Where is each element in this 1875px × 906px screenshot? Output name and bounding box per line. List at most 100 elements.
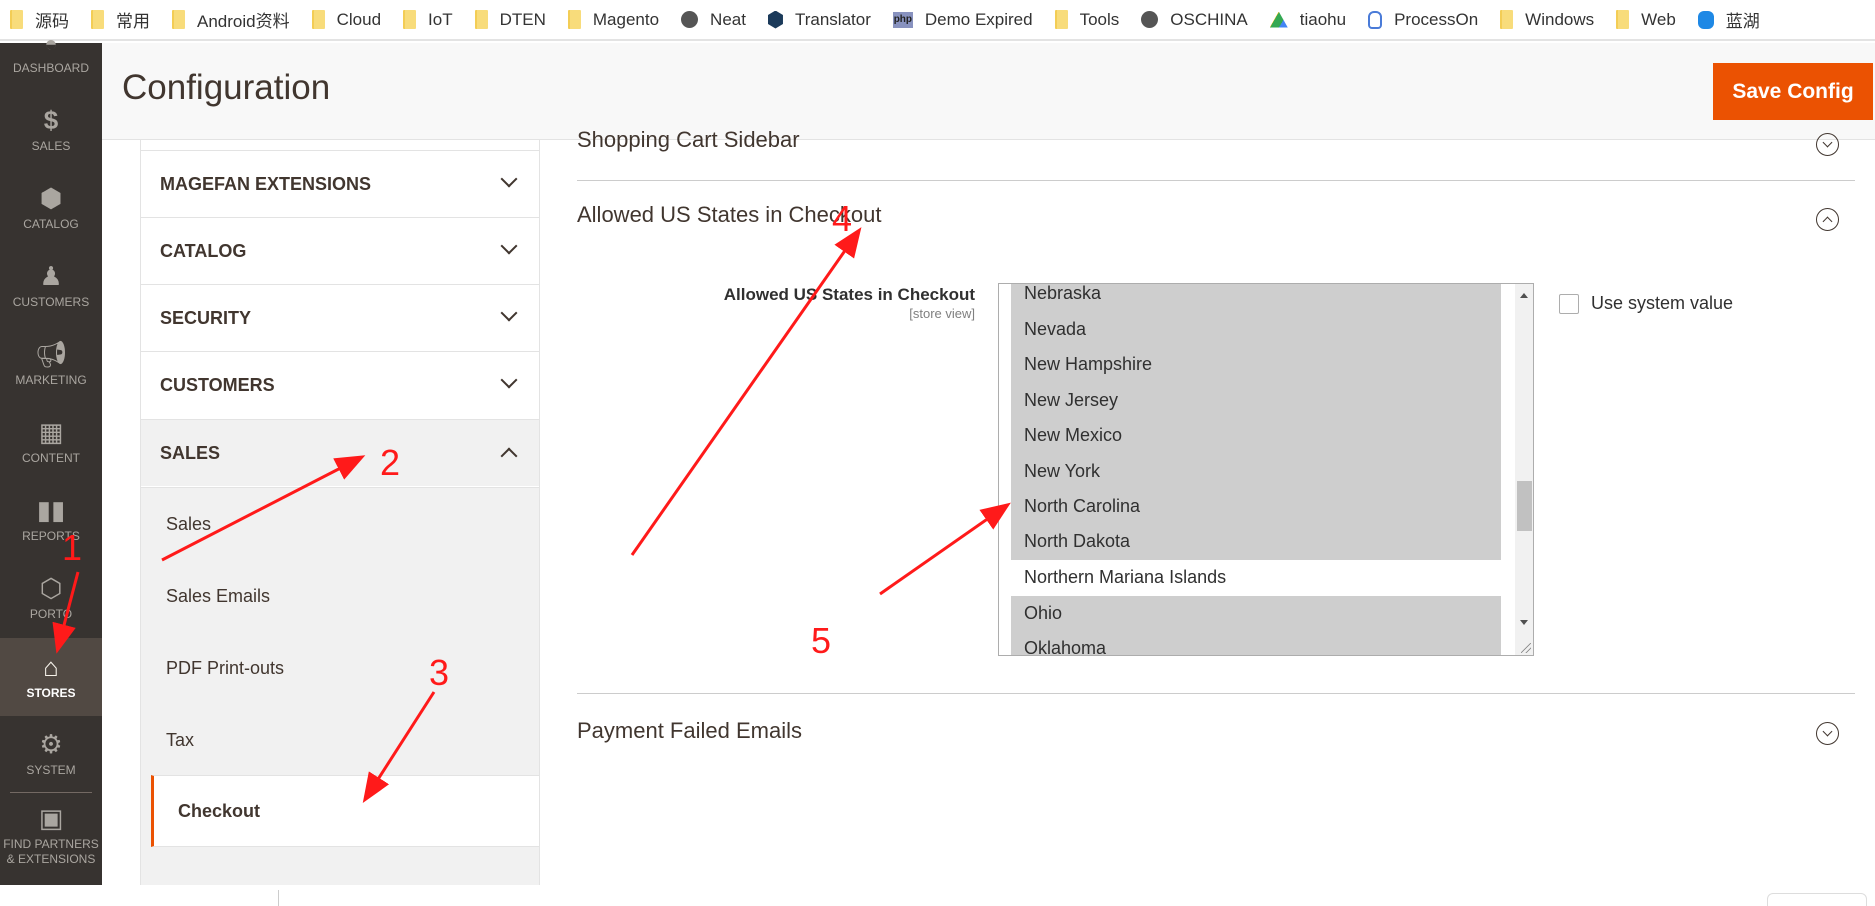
footer-widget: [1767, 893, 1867, 906]
bookmark-magento[interactable]: Magento: [567, 10, 659, 30]
folder-icon: [311, 10, 325, 29]
option-new-mexico[interactable]: New Mexico: [1011, 418, 1501, 454]
nav-stores[interactable]: ⌂ STORES: [0, 638, 102, 716]
bookmark-processon[interactable]: ProcessOn: [1368, 10, 1478, 30]
page-header: Configuration Save Config: [102, 43, 1875, 140]
option-new-hampshire[interactable]: New Hampshire: [1011, 347, 1501, 383]
chevron-down-icon: [500, 304, 518, 322]
dollar-icon: $: [43, 105, 59, 135]
sub-item-sales-emails[interactable]: Sales Emails: [141, 560, 539, 632]
section-title: Payment Failed Emails: [577, 718, 802, 743]
translator-icon: [767, 10, 783, 29]
chevron-down-icon: [500, 371, 518, 389]
bookmark-cloud[interactable]: Cloud: [311, 10, 381, 30]
nav-reports[interactable]: ▮▮ REPORTS: [0, 495, 102, 565]
option-north-carolina[interactable]: North Carolina: [1011, 489, 1501, 525]
option-ohio[interactable]: Ohio: [1011, 596, 1501, 632]
bookmark-windows[interactable]: Windows: [1500, 10, 1594, 30]
nav-dashboard[interactable]: ◓ DASHBOARD: [0, 37, 102, 87]
use-system-value-checkbox[interactable]: [1559, 293, 1579, 314]
annotation-label-4: 4: [832, 198, 853, 239]
tab-security[interactable]: SECURITY: [141, 284, 539, 351]
save-config-button[interactable]: Save Config: [1713, 63, 1873, 120]
tab-sales[interactable]: SALES: [141, 419, 539, 486]
nav-marketing[interactable]: 📢︎ MARKETING: [0, 339, 102, 409]
nav-content[interactable]: ▦ CONTENT: [0, 417, 102, 487]
resize-handle-icon[interactable]: [1521, 643, 1531, 653]
scrollbar[interactable]: [1515, 284, 1533, 655]
bookmark-dten[interactable]: DTEN: [474, 10, 546, 30]
annotation-label-3: 3: [429, 652, 450, 693]
folder-icon: [567, 10, 581, 29]
globe-icon: [1141, 11, 1159, 28]
bookmark-lanhu[interactable]: 蓝湖: [1697, 7, 1760, 32]
gear-icon: ⚙: [39, 729, 63, 759]
nav-sales[interactable]: $ SALES: [0, 105, 102, 175]
tab-catalog[interactable]: CATALOG: [141, 217, 539, 284]
scroll-down-arrow-icon[interactable]: [1520, 620, 1528, 625]
expand-circle-icon[interactable]: [1816, 722, 1839, 745]
nav-find-partners[interactable]: ▣ FIND PARTNERS & EXTENSIONS: [0, 803, 102, 883]
scrollbar-thumb[interactable]: [1517, 481, 1532, 531]
sub-item-checkout[interactable]: Checkout: [151, 775, 539, 847]
divider: [577, 180, 1855, 181]
annotation-label-1: 1: [62, 527, 83, 568]
bookmark-tools[interactable]: Tools: [1054, 10, 1119, 30]
chevron-up-icon: [500, 447, 518, 465]
option-new-york[interactable]: New York: [1011, 454, 1501, 490]
google-drive-icon: [1269, 11, 1288, 28]
allowed-states-multiselect[interactable]: Nebraska Nevada New Hampshire New Jersey…: [998, 283, 1534, 656]
megaphone-icon: 📢︎: [34, 339, 68, 369]
admin-sidebar: ◓ DASHBOARD $ SALES ⬢ CATALOG ♟ CUSTOMER…: [0, 37, 102, 885]
nav-divider: [10, 792, 92, 793]
bookmark-translator[interactable]: Translator: [767, 10, 871, 30]
php-icon: php: [892, 11, 913, 28]
collapse-circle-icon[interactable]: [1816, 208, 1839, 231]
bookmark-neat[interactable]: Neat: [681, 10, 746, 30]
sub-item-tax[interactable]: Tax: [141, 704, 539, 776]
nav-porto[interactable]: ⬡ PORTO: [0, 573, 102, 643]
folder-icon: [172, 10, 185, 29]
option-oklahoma[interactable]: Oklahoma: [1011, 631, 1501, 655]
person-icon: ♟: [39, 261, 63, 291]
scroll-up-arrow-icon[interactable]: [1520, 293, 1528, 298]
folder-icon: [91, 10, 104, 29]
bookmark-web[interactable]: Web: [1616, 10, 1676, 30]
use-system-value[interactable]: Use system value: [1559, 293, 1733, 314]
option-nebraska[interactable]: Nebraska: [1011, 284, 1501, 312]
bookmarks-bar: 源码 常用 Android资料 Cloud IoT DTEN Magento N…: [0, 0, 1875, 41]
bookmark-demo-expired[interactable]: php Demo Expired: [892, 10, 1033, 30]
config-tabs: MAGEFAN EXTENSIONS CATALOG SECURITY CUST…: [140, 140, 540, 885]
option-new-jersey[interactable]: New Jersey: [1011, 383, 1501, 419]
folder-icon: [1500, 10, 1514, 29]
folder-icon: [10, 10, 23, 29]
sub-item-pdf-printouts[interactable]: PDF Print-outs: [141, 632, 539, 704]
nav-customers[interactable]: ♟ CUSTOMERS: [0, 261, 102, 331]
box-icon: ⬢: [39, 183, 63, 213]
bookmark-常用[interactable]: 常用: [91, 7, 150, 32]
sub-item-sales[interactable]: Sales: [141, 488, 539, 560]
option-northern-mariana-islands[interactable]: Northern Mariana Islands: [1011, 560, 1501, 596]
main-content: Shopping Cart Sidebar Allowed US States …: [577, 127, 1855, 906]
folder-icon: [474, 10, 488, 29]
bookmark-iot[interactable]: IoT: [403, 10, 453, 30]
nav-catalog[interactable]: ⬢ CATALOG: [0, 183, 102, 253]
tab-magefan-extensions[interactable]: MAGEFAN EXTENSIONS: [141, 150, 539, 217]
folder-icon: [1054, 10, 1068, 29]
annotation-label-5: 5: [811, 620, 832, 661]
globe-icon: [681, 11, 699, 28]
hand-icon: [1368, 10, 1383, 29]
section-title: Shopping Cart Sidebar: [577, 127, 800, 152]
expand-circle-icon[interactable]: [1816, 133, 1839, 156]
tab-customers[interactable]: CUSTOMERS: [141, 351, 539, 418]
option-north-dakota[interactable]: North Dakota: [1011, 524, 1501, 560]
bookmark-tiaohu[interactable]: tiaohu: [1269, 10, 1346, 30]
nav-system[interactable]: ⚙ SYSTEM: [0, 729, 102, 789]
chevron-down-icon: [500, 237, 518, 255]
option-nevada[interactable]: Nevada: [1011, 312, 1501, 348]
lanhu-icon: [1697, 10, 1714, 29]
bookmark-oschina[interactable]: OSCHINA: [1141, 10, 1248, 30]
folder-icon: [1616, 10, 1630, 29]
bookmark-android[interactable]: Android资料: [172, 7, 290, 32]
bookmark-源码[interactable]: 源码: [10, 7, 69, 32]
